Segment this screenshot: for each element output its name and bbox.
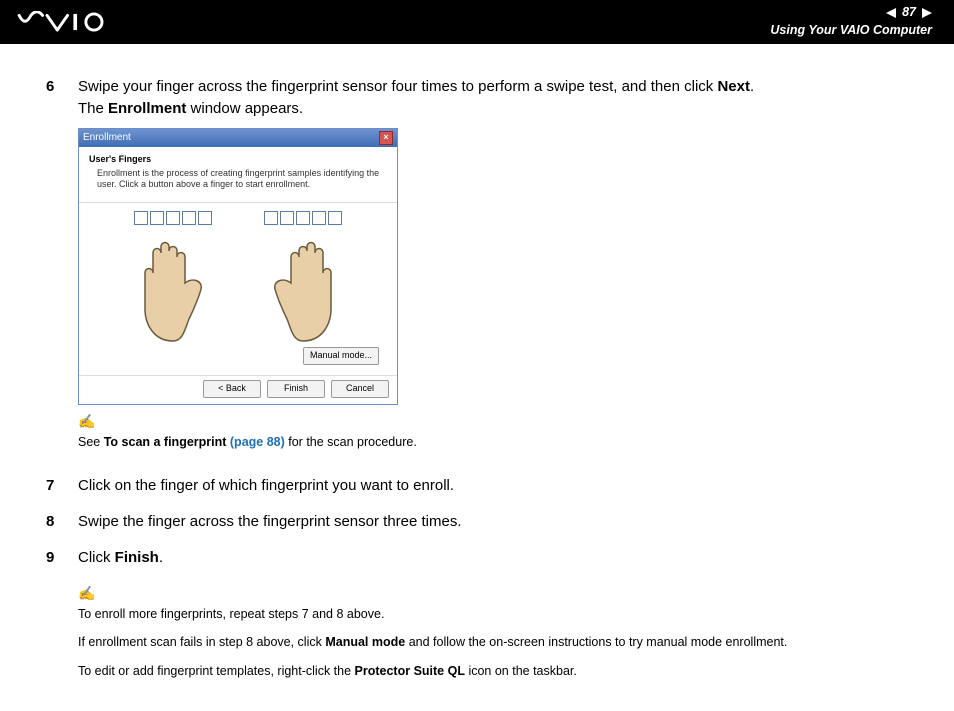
page-content: 6 Swipe your finger across the fingerpri… [0,44,954,711]
note-2: ✍ To enroll more fingerprints, repeat st… [78,583,908,624]
step-bold: Enrollment [108,100,186,117]
left-hand-block [123,211,223,343]
back-button[interactable]: < Back [203,380,261,398]
hands-area: Manual mode... [79,202,397,375]
dialog-heading: User's Fingers [89,153,387,166]
step-number: 7 [46,475,60,497]
para-bold: Protector Suite QL [355,664,465,678]
prev-page-arrow-icon[interactable] [886,8,896,18]
steps-list: 6 Swipe your finger across the fingerpri… [46,76,908,569]
step-9: 9 Click Finish. [46,547,908,569]
page-link[interactable]: (page 88) [230,435,285,449]
protector-paragraph: To edit or add fingerprint templates, ri… [78,662,908,681]
step-number: 6 [46,76,60,461]
finish-button[interactable]: Finish [267,380,325,398]
step-text: Click on the finger of which fingerprint… [78,475,908,497]
step-text: window appears. [186,100,303,117]
close-icon[interactable]: × [379,131,393,145]
para-text: and follow the on-screen instructions to… [405,635,787,649]
step-8: 8 Swipe the finger across the fingerprin… [46,511,908,533]
right-hand-block [253,211,353,343]
cancel-button[interactable]: Cancel [331,380,389,398]
step-text: Swipe the finger across the fingerprint … [78,511,908,533]
page-nav: 87 [886,5,932,21]
note-line: To enroll more fingerprints, repeat step… [78,605,908,624]
para-bold: Manual mode [325,635,405,649]
step-text: . [159,549,163,566]
step-text: The [78,100,108,117]
enrollment-dialog: Enrollment × User's Fingers Enrollment i… [78,128,398,405]
note-icon: ✍ [78,411,908,432]
step-text: . [750,78,754,95]
step-text: Swipe your finger across the fingerprint… [78,78,717,95]
step-6: 6 Swipe your finger across the fingerpri… [46,76,908,461]
para-text: If enrollment scan fails in step 8 above… [78,635,325,649]
next-page-arrow-icon[interactable] [922,8,932,18]
step-number: 9 [46,547,60,569]
dialog-description: Enrollment is the process of creating fi… [89,168,387,190]
step-bold: Next [717,78,750,95]
section-title: Using Your VAIO Computer [770,23,932,39]
note-text: for the scan procedure. [285,435,417,449]
step-7: 7 Click on the finger of which fingerpri… [46,475,908,497]
manual-mode-button[interactable]: Manual mode... [303,347,379,365]
para-text: icon on the taskbar. [465,664,577,678]
page-number: 87 [902,5,916,21]
step-text: Click [78,549,115,566]
step-bold: Finish [115,549,159,566]
vaio-logo [14,11,124,33]
left-hand-icon [123,223,223,343]
note-bold: To scan a fingerprint [104,435,230,449]
manual-mode-paragraph: If enrollment scan fails in step 8 above… [78,633,908,652]
dialog-titlebar: Enrollment × [79,129,397,148]
para-text: To edit or add fingerprint templates, ri… [78,664,355,678]
note-1: ✍ See To scan a fingerprint (page 88) fo… [78,411,908,452]
dialog-title: Enrollment [83,131,131,146]
header-right: 87 Using Your VAIO Computer [770,5,932,38]
note-icon: ✍ [78,583,908,604]
right-hand-icon [253,223,353,343]
step-number: 8 [46,511,60,533]
header-bar: 87 Using Your VAIO Computer [0,0,954,44]
note-text: See [78,435,104,449]
